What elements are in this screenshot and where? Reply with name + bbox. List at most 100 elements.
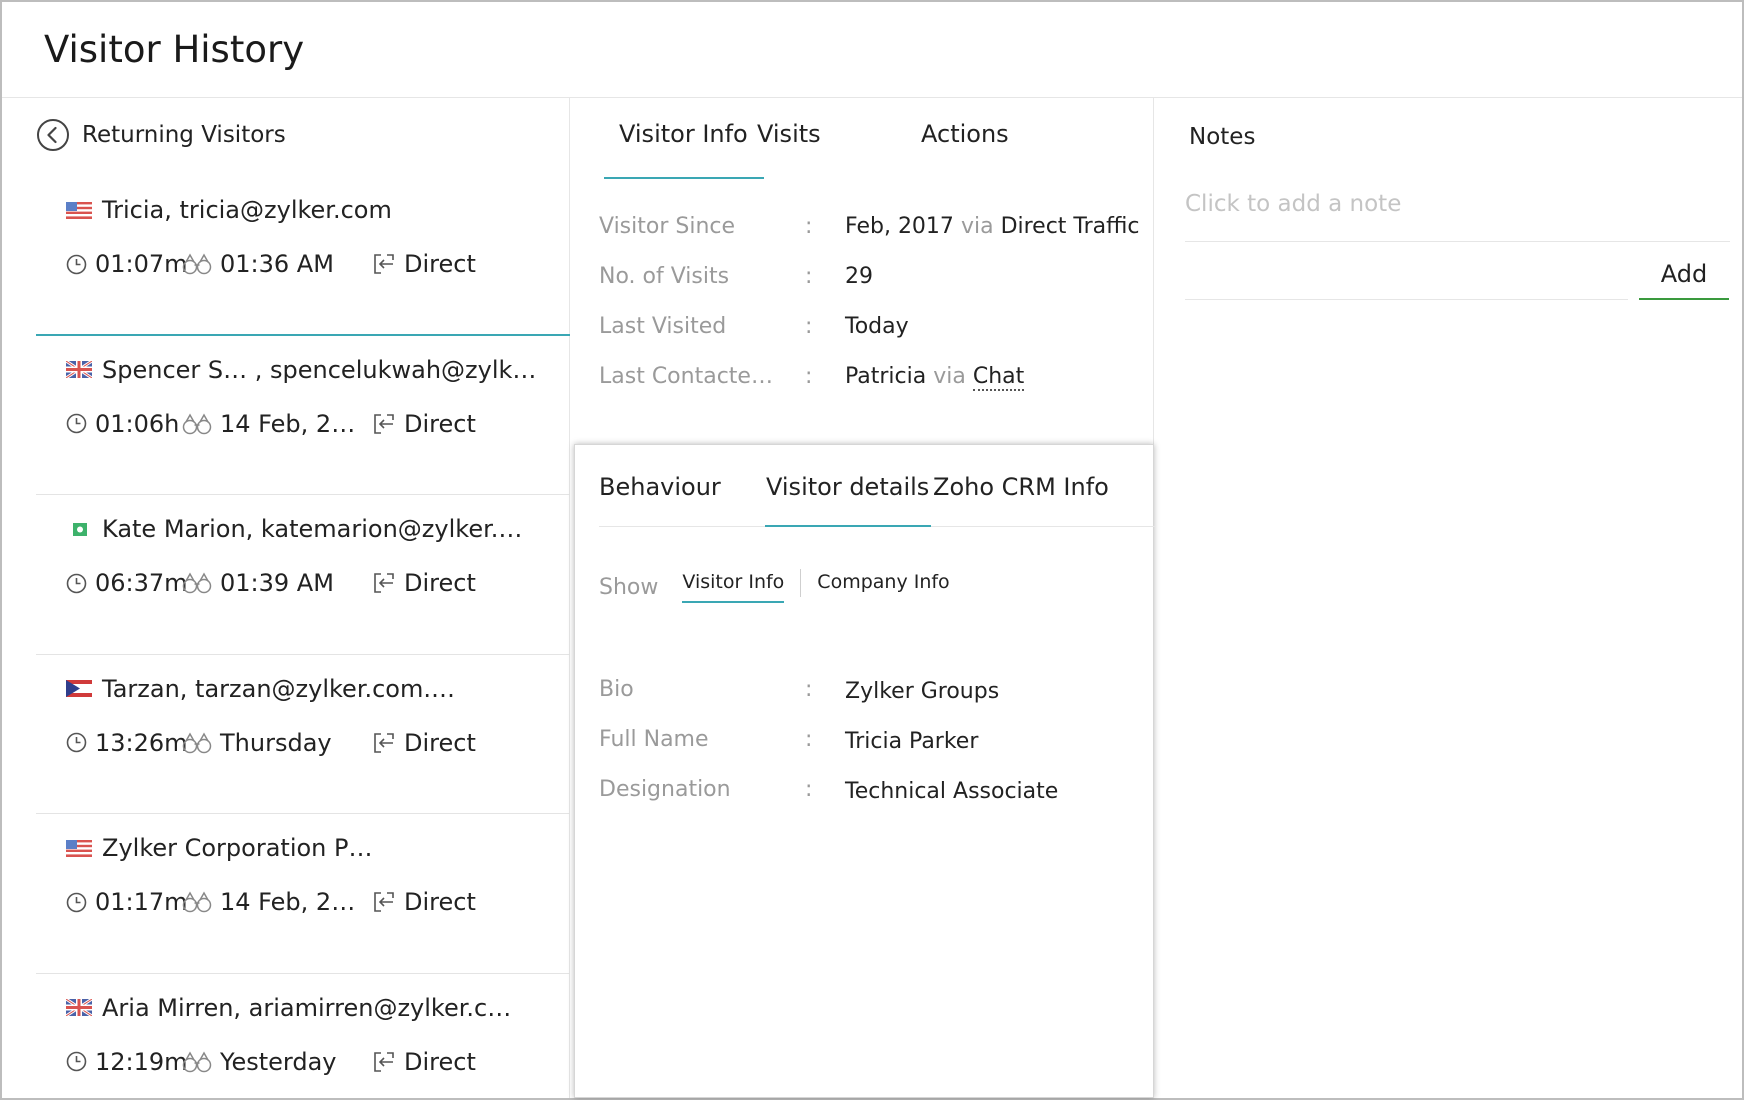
last-contacted-value: Patricia via Chat [845,364,1025,391]
binoculars-icon [182,731,212,753]
source-text: Direct [404,888,476,916]
binoculars-icon [182,412,212,434]
traffic-source: Direct [372,410,476,438]
visitor-list-item[interactable]: Kate Marion, katemarion@zylker.… 06:37m … [36,495,570,655]
visitor-name: Tarzan, tarzan@zylker.com.… [102,674,455,703]
visits-row: No. of Visits : 29 [599,264,1139,314]
traffic-source: Direct [372,1048,476,1076]
visit-duration: 01:06h [66,410,182,438]
visitor-list-item[interactable]: Spencer S… , spencelukwah@zylk… 01:06h 1… [36,336,570,495]
traffic-source: Direct [372,569,476,597]
visitor-meta: 12:19m Yesterday Direct [66,1048,476,1076]
last-seen: Thursday [182,729,372,757]
toggle-visitor-info[interactable]: Visitor Info [682,571,784,603]
last-seen-text: Thursday [220,728,332,757]
uk-flag-icon [66,361,92,378]
note-underline [1185,299,1628,300]
visitor-meta: 01:07m 01:36 AM Direct [66,250,476,278]
last-seen: 14 Feb, 2… [182,888,372,916]
toggle-company-info[interactable]: Company Info [817,571,949,603]
visitor-list-item[interactable]: Aria Mirren, ariamirren@zylker.c… 12:19m… [36,974,570,1100]
visitor-name: Zylker Corporation P… [102,834,373,862]
add-note-button[interactable]: Add [1639,250,1729,300]
bio-row: Bio : Zylker Groups [599,677,1139,727]
visitor-identity: Aria Mirren, ariamirren@zylker.c… [66,994,511,1022]
visitor-list-item[interactable]: Tarzan, tarzan@zylker.com.… 13:26m Thurs… [36,655,570,814]
designation-row: Designation : Technical Associate [599,777,1139,827]
clock-icon [66,892,87,912]
chat-link[interactable]: Chat [972,364,1025,391]
visitor-list-item[interactable]: Zylker Corporation P… 01:17m 14 Feb, 2… [36,814,570,974]
separator: : [805,777,813,802]
duration-text: 06:37m [95,569,188,597]
page-title: Visitor History [44,28,305,71]
tab-visits[interactable]: Visits [757,120,821,148]
tab-zoho-crm-info[interactable]: Zoho CRM Info [933,473,1109,501]
visit-duration: 13:26m [66,729,188,757]
separator: : [805,264,813,289]
entry-icon [374,732,394,753]
show-label: Show [599,574,659,600]
visitor-meta: 13:26m Thursday Direct [66,729,476,757]
last-seen-text: 14 Feb, 2… [220,409,356,438]
separator: : [805,314,813,339]
visitor-summary: Visitor Since : Feb, 2017 via Direct Tra… [599,214,1140,414]
visitor-identity: Zylker Corporation P… [66,834,373,862]
binoculars-icon [182,253,212,275]
back-arrow-icon[interactable] [36,118,70,152]
duration-text: 01:07m [95,250,188,278]
tab-behaviour[interactable]: Behaviour [599,473,721,501]
visitor-details-panel: Behaviour Visitor details Zoho CRM Info … [574,444,1155,1098]
last-contacted-row: Last Contacte… : Patricia via Chat [599,364,1139,414]
tab-visitor-info[interactable]: Visitor Info [619,120,748,148]
visitor-detail-fields: Bio : Zylker Groups Full Name : Tricia P… [599,677,1139,827]
note-input[interactable] [1185,186,1730,242]
last-seen-text: 01:39 AM [220,569,334,597]
entry-icon [374,254,394,274]
via-text: via [960,214,994,239]
traffic-source: Direct [372,729,476,757]
page-header: Visitor History [2,2,1742,98]
traffic-source: Direct [372,250,476,278]
duration-text: 01:17m [95,888,188,916]
separator: : [805,214,813,239]
clock-icon [66,1051,87,1072]
last-seen: 14 Feb, 2… [182,410,372,438]
visitor-name: Aria Mirren, ariamirren@zylker.c… [102,993,512,1022]
visitor-since-source: Direct Traffic [1000,214,1140,239]
red-blue-flag-icon [66,680,92,697]
visitor-identity: Tricia, tricia@zylker.com [66,196,392,224]
tab-visitor-details[interactable]: Visitor details [766,473,929,501]
visitor-list-pane: Returning Visitors Tricia, tricia@zylker… [2,98,570,1098]
visitor-name: Tricia, tricia@zylker.com [102,196,392,224]
visitor-meta: 06:37m 01:39 AM Direct [66,569,476,597]
binoculars-icon [182,572,212,594]
entry-icon [374,1051,394,1072]
separator: : [805,677,813,702]
tab-actions[interactable]: Actions [921,120,1009,148]
visitor-name: Kate Marion, katemarion@zylker.… [102,515,523,543]
visit-duration: 12:19m [66,1048,188,1076]
last-contacted-name: Patricia [845,364,927,389]
last-visited-label: Last Visited [599,314,727,339]
visit-duration: 01:17m [66,888,188,916]
source-text: Direct [404,409,476,438]
visitor-since-row: Visitor Since : Feb, 2017 via Direct Tra… [599,214,1140,264]
source-text: Direct [404,1047,476,1076]
last-seen-text: 01:36 AM [220,250,334,278]
last-seen: 01:39 AM [182,569,372,597]
visitor-name: Spencer S… , spencelukwah@zylk… [102,355,537,384]
visitor-list: Tricia, tricia@zylker.com 01:07m 01:36 A… [36,176,570,1100]
duration-text: 12:19m [95,1047,188,1076]
us-flag-icon [66,201,92,219]
active-tab-indicator [765,525,931,527]
notes-pane: Notes Add [1155,98,1742,1098]
info-tabs: Visitor Info Visits Actions [571,98,1154,180]
full-name-row: Full Name : Tricia Parker [599,727,1139,777]
back-button[interactable]: Returning Visitors [36,118,286,152]
back-label[interactable]: Returning Visitors [82,122,286,148]
duration-text: 01:06h [95,409,180,438]
entry-icon [374,573,394,593]
separator: : [805,727,813,752]
visitor-list-item[interactable]: Tricia, tricia@zylker.com 01:07m 01:36 A… [36,176,570,336]
